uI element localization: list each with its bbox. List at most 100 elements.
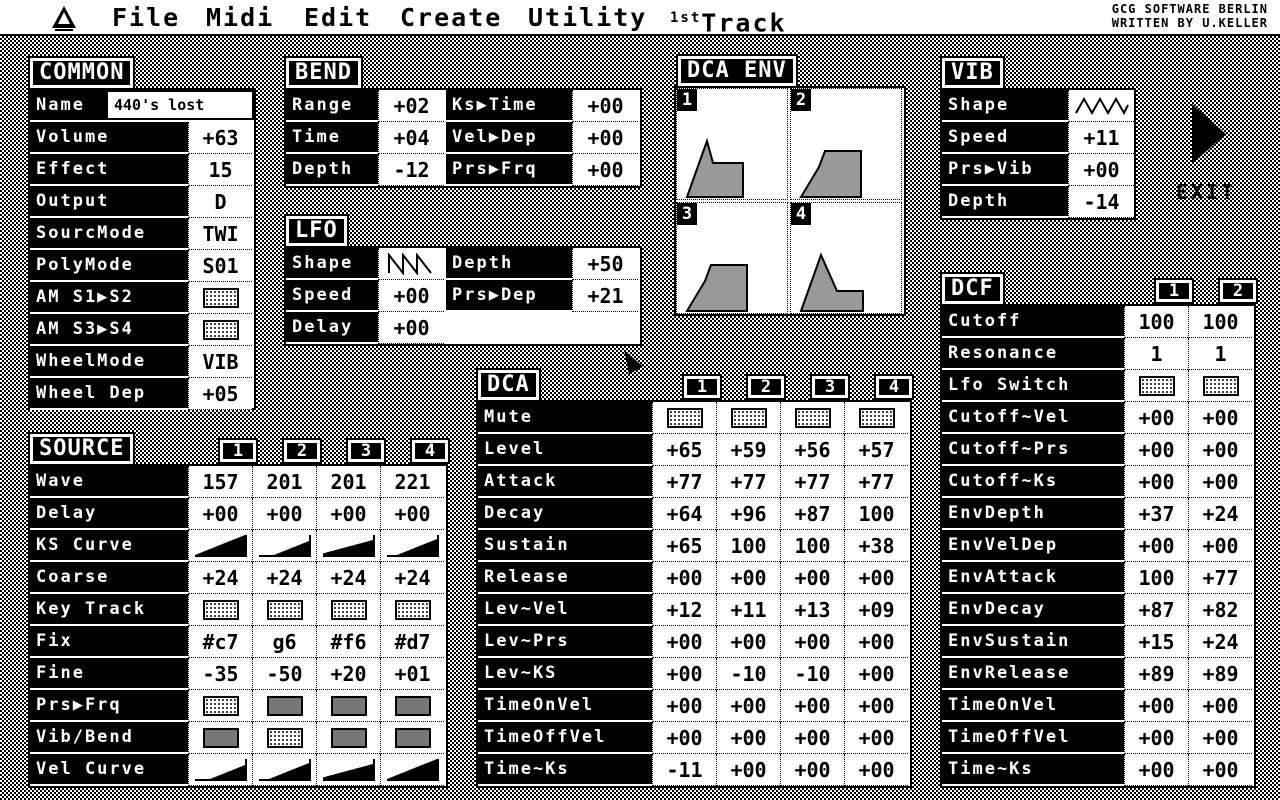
dca-rows-value-attack-1[interactable]: +77: [652, 466, 716, 498]
source-rows-value-key-track-1[interactable]: [188, 594, 252, 626]
source-rows-value-vel-curve-4[interactable]: [380, 754, 444, 786]
dca-rows-value-release-1[interactable]: +00: [652, 562, 716, 594]
dca-rows-value-attack-2[interactable]: +77: [716, 466, 780, 498]
dcf-rows-value-time-ks-1[interactable]: +00: [1124, 754, 1188, 786]
dcf-rows-value-resonance-2[interactable]: 1: [1188, 338, 1252, 370]
dca-rows-value-level-2[interactable]: +59: [716, 434, 780, 466]
source-rows-value-delay-1[interactable]: +00: [188, 498, 252, 530]
source-rows-value-delay-2[interactable]: +00: [252, 498, 316, 530]
mute-toggle[interactable]: [858, 407, 895, 428]
source-rows-value-prs-frq-4[interactable]: [380, 690, 444, 722]
vel-curve-ramp-icon[interactable]: [194, 758, 247, 781]
source-rows-value-delay-4[interactable]: +00: [380, 498, 444, 530]
lfo-switch-toggle[interactable]: [1138, 375, 1175, 396]
dca-rows-value-sustain-2[interactable]: 100: [716, 530, 780, 562]
dca-rows-value-sustain-4[interactable]: +38: [844, 530, 908, 562]
dca-rows-value-time-ks-1[interactable]: -11: [652, 754, 716, 786]
dcf-rows-value-timeoffvel-1[interactable]: +00: [1124, 722, 1188, 754]
dca-rows-value-lev-vel-1[interactable]: +12: [652, 594, 716, 626]
dcf-rows-value-cutoff-prs-2[interactable]: +00: [1188, 434, 1252, 466]
dca-rows-value-decay-1[interactable]: +64: [652, 498, 716, 530]
dca-rows-value-timeoffvel-1[interactable]: +00: [652, 722, 716, 754]
common-rows-value-sourcmode[interactable]: TWI: [188, 218, 252, 250]
source-rows-value-vel-curve-2[interactable]: [252, 754, 316, 786]
dca-env-cell-4[interactable]: 4: [790, 202, 902, 314]
dcf-rows-value-envattack-1[interactable]: 100: [1124, 562, 1188, 594]
source-rows-value-fine-4[interactable]: +01: [380, 658, 444, 690]
toggle-box[interactable]: [202, 727, 239, 748]
common-rows-value-wheelmode[interactable]: VIB: [188, 346, 252, 378]
bend-left-value-range[interactable]: +02: [378, 90, 444, 122]
dca-rows-value-mute-3[interactable]: [780, 402, 844, 434]
menu-utility[interactable]: Utility: [528, 3, 647, 33]
toggle-box[interactable]: [330, 695, 367, 716]
dca-rows-value-timeonvel-1[interactable]: +00: [652, 690, 716, 722]
dcf-rows-value-envveldep-1[interactable]: +00: [1124, 530, 1188, 562]
source-rows-value-vib-bend-2[interactable]: [252, 722, 316, 754]
source-rows-value-wave-4[interactable]: 221: [380, 466, 444, 498]
dca-rows-value-mute-4[interactable]: [844, 402, 908, 434]
dca-rows-value-level-3[interactable]: +56: [780, 434, 844, 466]
key-track-toggle[interactable]: [394, 599, 431, 620]
dca-rows-value-timeonvel-2[interactable]: +00: [716, 690, 780, 722]
dca-rows-value-lev-ks-1[interactable]: +00: [652, 658, 716, 690]
source-rows-value-vib-bend-1[interactable]: [188, 722, 252, 754]
dca-rows-value-decay-4[interactable]: 100: [844, 498, 908, 530]
dcf-rows-value-envsustain-2[interactable]: +24: [1188, 626, 1252, 658]
source-rows-value-fine-3[interactable]: +20: [316, 658, 380, 690]
source-rows-value-vel-curve-3[interactable]: [316, 754, 380, 786]
common-rows-value-volume[interactable]: +63: [188, 122, 252, 154]
dcf-rows-value-envveldep-2[interactable]: +00: [1188, 530, 1252, 562]
dcf-rows-value-envdecay-2[interactable]: +82: [1188, 594, 1252, 626]
dca-rows-value-lev-ks-2[interactable]: -10: [716, 658, 780, 690]
source-rows-value-ks-curve-3[interactable]: [316, 530, 380, 562]
source-rows-value-fix-1[interactable]: #c7: [188, 626, 252, 658]
dca-rows-value-timeoffvel-2[interactable]: +00: [716, 722, 780, 754]
lfo-left-value-delay[interactable]: +00: [378, 312, 444, 344]
menu-track[interactable]: 1stTrack: [670, 3, 787, 38]
dca-rows-value-attack-4[interactable]: +77: [844, 466, 908, 498]
dca-rows-value-release-4[interactable]: +00: [844, 562, 908, 594]
toggle-box[interactable]: [394, 695, 431, 716]
dcf-rows-value-envdepth-2[interactable]: +24: [1188, 498, 1252, 530]
vel-curve-ramp-icon[interactable]: [386, 758, 439, 781]
dca-env-cell-1[interactable]: 1: [676, 88, 788, 200]
lfo-switch-toggle[interactable]: [1202, 375, 1239, 396]
source-rows-value-wave-1[interactable]: 157: [188, 466, 252, 498]
source-rows-value-prs-frq-2[interactable]: [252, 690, 316, 722]
source-rows-value-coarse-1[interactable]: +24: [188, 562, 252, 594]
dca-rows-value-lev-vel-3[interactable]: +13: [780, 594, 844, 626]
dcf-rows-value-time-ks-2[interactable]: +00: [1188, 754, 1252, 786]
lfo-left-value-speed[interactable]: +00: [378, 280, 444, 312]
dcf-rows-value-cutoff-ks-2[interactable]: +00: [1188, 466, 1252, 498]
dcf-rows-value-lfo-switch-2[interactable]: [1188, 370, 1252, 402]
mute-toggle[interactable]: [666, 407, 703, 428]
toggle-box[interactable]: [330, 727, 367, 748]
source-rows-value-ks-curve-2[interactable]: [252, 530, 316, 562]
toggle-box[interactable]: [266, 727, 303, 748]
dca-rows-value-lev-prs-1[interactable]: +00: [652, 626, 716, 658]
dca-rows-value-mute-2[interactable]: [716, 402, 780, 434]
dca-rows-value-mute-1[interactable]: [652, 402, 716, 434]
bend-right-value-prs-frq[interactable]: +00: [572, 154, 638, 186]
vel-curve-ramp-icon[interactable]: [258, 758, 311, 781]
source-rows-value-vel-curve-1[interactable]: [188, 754, 252, 786]
toggle-box[interactable]: [266, 695, 303, 716]
dca-rows-value-decay-2[interactable]: +96: [716, 498, 780, 530]
dca-rows-value-sustain-3[interactable]: 100: [780, 530, 844, 562]
dca-rows-value-timeonvel-3[interactable]: +00: [780, 690, 844, 722]
dca-rows-value-time-ks-4[interactable]: +00: [844, 754, 908, 786]
dca-rows-value-level-4[interactable]: +57: [844, 434, 908, 466]
source-rows-value-key-track-2[interactable]: [252, 594, 316, 626]
source-rows-value-fix-2[interactable]: g6: [252, 626, 316, 658]
dca-rows-value-lev-prs-3[interactable]: +00: [780, 626, 844, 658]
dcf-rows-value-cutoff-vel-1[interactable]: +00: [1124, 402, 1188, 434]
source-rows-value-coarse-4[interactable]: +24: [380, 562, 444, 594]
source-rows-value-coarse-2[interactable]: +24: [252, 562, 316, 594]
dcf-rows-value-cutoff-2[interactable]: 100: [1188, 306, 1252, 338]
exit-button[interactable]: EXIT: [1170, 104, 1233, 204]
dca-rows-value-lev-ks-4[interactable]: +00: [844, 658, 908, 690]
ks-curve-ramp-icon[interactable]: [386, 534, 439, 557]
dcf-rows-value-cutoff-1[interactable]: 100: [1124, 306, 1188, 338]
source-rows-value-ks-curve-4[interactable]: [380, 530, 444, 562]
